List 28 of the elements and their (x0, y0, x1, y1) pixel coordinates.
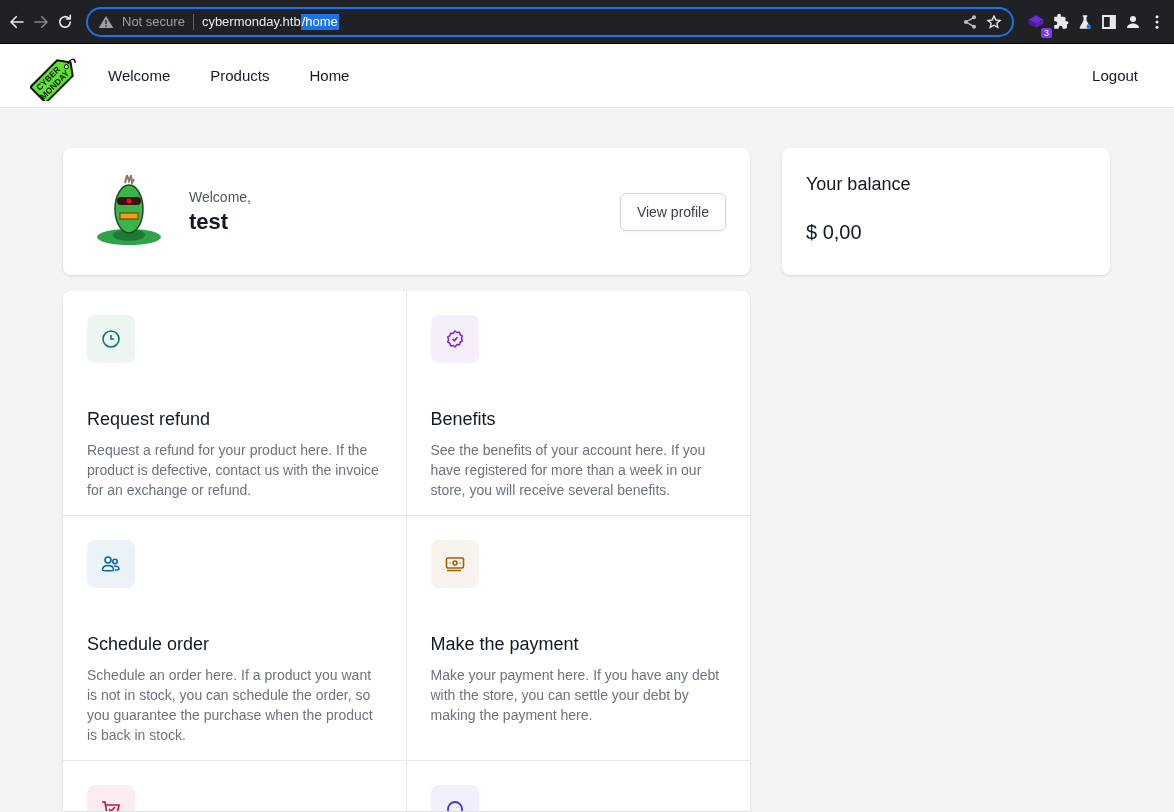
username-text: test (189, 208, 230, 235)
nav-link[interactable]: Products (210, 67, 270, 84)
balance-amount: $ 0,00 (806, 221, 863, 244)
action-description: Schedule an order here. If a product you want is not in stock, you can schedule the order, so you guarantee the purchase when the product is back in stock. (87, 666, 374, 745)
address-bar[interactable]: Not secure cybermonday.htb/home (86, 6, 1014, 37)
url-host-text: cybermonday.htb (201, 13, 301, 30)
action-description: See the benefits of your account here. If you have registered for more than a week in our store, you will receive several benefits. (430, 441, 707, 500)
action-description: Request a refund for your product here. If the product is defective, contact us with the invoice for an exchange or refund. (87, 441, 380, 500)
share-icon[interactable] (962, 13, 978, 30)
nav-link[interactable]: Welcome (108, 67, 171, 84)
clock-icon (99, 327, 123, 351)
security-label: Not secure (122, 14, 185, 29)
action-description: Make your payment here. If you have any debt with the store, you can settle your debt by making the payment here. (430, 666, 721, 725)
action-title[interactable]: Request refund (87, 409, 382, 430)
logout-link[interactable]: Logout (1092, 67, 1138, 84)
action-title[interactable]: Benefits (430, 409, 726, 430)
view-profile-button[interactable]: View profile (619, 192, 726, 231)
reload-icon[interactable] (56, 12, 74, 31)
side-panel-icon[interactable] (1100, 12, 1118, 31)
action-title[interactable]: Make the payment (430, 634, 726, 655)
nav-link[interactable]: Home (309, 67, 350, 84)
url-path-text: /home (300, 13, 339, 30)
action-title[interactable]: Schedule order (87, 634, 382, 655)
balance-title: Your balance (806, 174, 912, 195)
star-icon[interactable] (986, 13, 1002, 30)
extension-badge: 3 (1041, 27, 1052, 38)
puzzle-icon[interactable] (1052, 12, 1070, 31)
welcome-text: Welcome, (189, 188, 252, 205)
